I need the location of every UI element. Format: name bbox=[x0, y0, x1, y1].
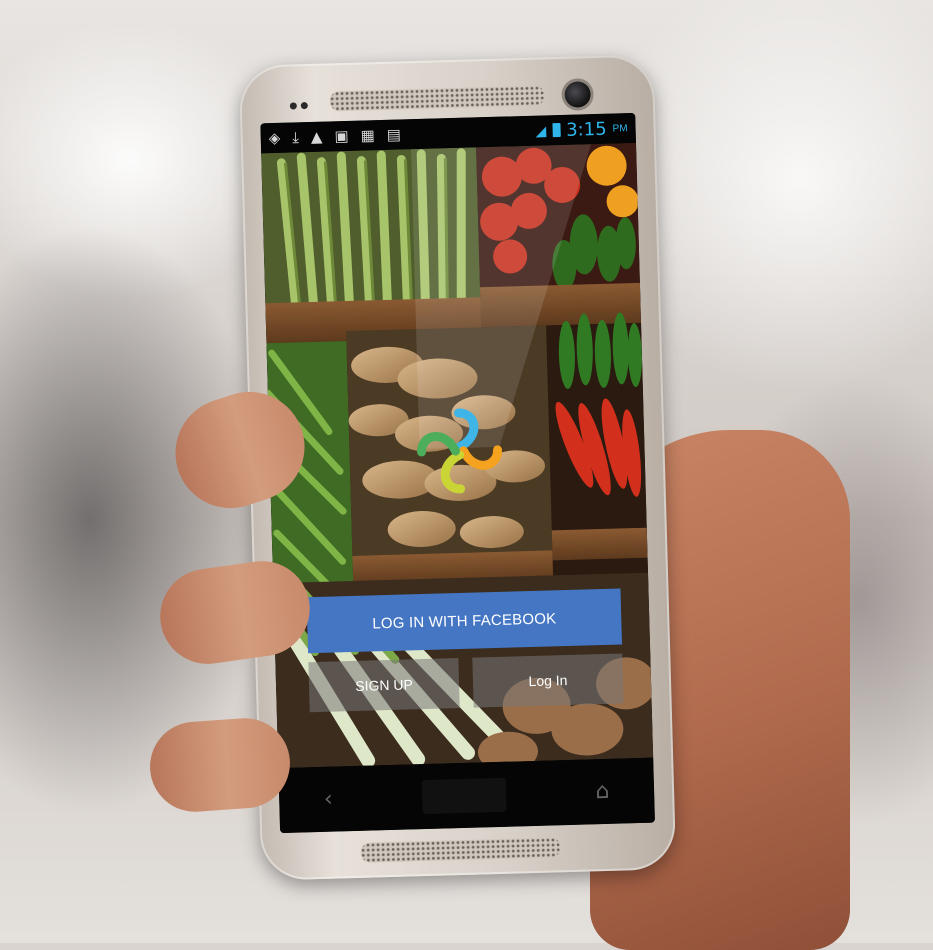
location-icon: ◈ bbox=[268, 128, 281, 148]
back-icon[interactable]: ‹ bbox=[324, 787, 334, 812]
warning-icon: ▲ bbox=[310, 127, 323, 146]
navigation-bar: ‹ ⌂ bbox=[278, 757, 655, 834]
facebook-login-button[interactable]: LOG IN WITH FACEBOOK bbox=[306, 588, 623, 654]
front-camera bbox=[564, 81, 591, 108]
sign-up-button[interactable]: SIGN UP bbox=[308, 658, 460, 713]
top-speaker-grille bbox=[329, 85, 545, 112]
bottom-speaker-grille bbox=[360, 837, 561, 863]
front-sensor bbox=[289, 102, 297, 110]
clock-time: 3:15 bbox=[565, 118, 607, 141]
download-icon: ⤓ bbox=[292, 128, 300, 147]
app-logo-icon bbox=[417, 408, 503, 494]
home-key-area bbox=[421, 777, 507, 814]
front-sensor bbox=[300, 102, 308, 110]
smartphone: ◈ ⤓ ▲ ▣ ▦ ▤ ◢ 3:15 PM LOG IN WITH FACEBO… bbox=[238, 54, 677, 881]
briefcase-icon: ▤ bbox=[386, 125, 402, 144]
image-icon: ▣ bbox=[334, 126, 349, 146]
middle-finger bbox=[147, 715, 293, 815]
calendar-icon: ▦ bbox=[360, 126, 376, 145]
home-icon[interactable]: ⌂ bbox=[595, 779, 610, 804]
clock-ampm: PM bbox=[612, 122, 628, 135]
notification-icons: ◈ ⤓ ▲ ▣ ▦ ▤ bbox=[268, 125, 401, 147]
phone-screen: ◈ ⤓ ▲ ▣ ▦ ▤ ◢ 3:15 PM LOG IN WITH FACEBO… bbox=[260, 112, 655, 834]
signal-icon: ◢ bbox=[535, 121, 547, 139]
battery-icon bbox=[552, 123, 561, 138]
log-in-button[interactable]: Log In bbox=[472, 653, 624, 708]
